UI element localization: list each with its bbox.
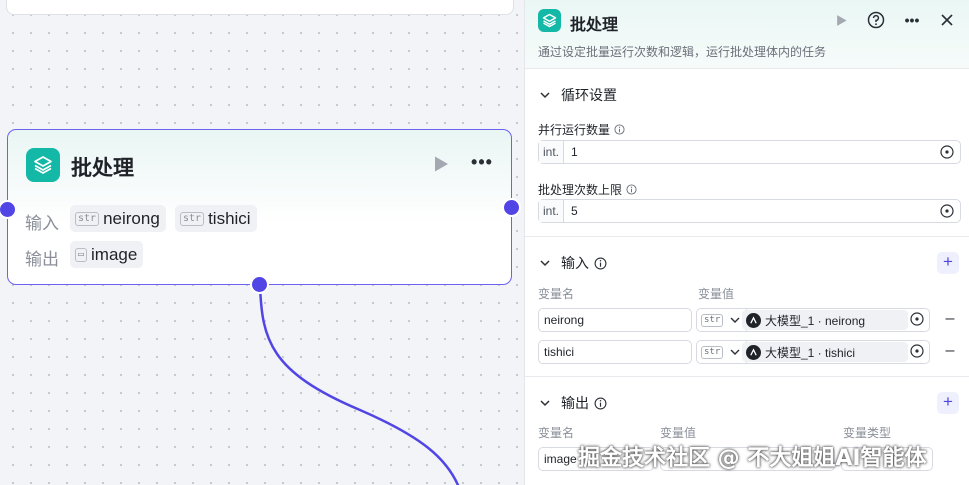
batch-limit-label-text: 批处理次数上限 xyxy=(538,183,623,197)
remove-input-button[interactable]: – xyxy=(943,311,957,327)
chevron-down-icon xyxy=(540,92,550,99)
variable-picker-icon[interactable] xyxy=(940,204,954,218)
str-type-icon[interactable]: str xyxy=(701,345,724,359)
parallel-count-label-text: 并行运行数量 xyxy=(538,123,611,137)
node-output-label: 输出 xyxy=(25,250,59,269)
add-output-button[interactable]: + xyxy=(937,392,959,414)
info-icon[interactable] xyxy=(614,124,625,135)
variable-reference-text: 大模型_1 · neirong xyxy=(765,313,866,328)
chevron-down-icon[interactable] xyxy=(729,346,741,358)
column-header-value: 变量值 xyxy=(660,426,697,440)
section-title-input: 输入 xyxy=(561,255,589,271)
node-input-chip: str tishici xyxy=(175,205,257,232)
parallel-count-label: 并行运行数量 xyxy=(538,121,625,138)
section-title-output: 输出 xyxy=(561,395,589,411)
image-type-icon: ▭ xyxy=(75,247,88,262)
run-icon[interactable] xyxy=(432,155,450,173)
section-divider xyxy=(525,236,969,237)
node-output-name: image xyxy=(91,244,138,264)
int-prefix: int. xyxy=(539,200,565,222)
add-input-button[interactable]: + xyxy=(937,252,959,274)
info-icon[interactable] xyxy=(594,257,607,270)
llm-model-icon xyxy=(746,344,761,360)
info-icon[interactable] xyxy=(626,184,637,195)
panel-title: 批处理 xyxy=(570,17,619,34)
panel-description: 通过设定批量运行次数和逻辑，运行批处理体内的任务 xyxy=(538,45,827,59)
batch-limit-input[interactable]: int. 5 xyxy=(538,199,961,223)
layers-icon xyxy=(26,148,60,182)
section-title-loop: 循环设置 xyxy=(561,87,617,103)
more-options-icon[interactable]: ••• xyxy=(902,10,922,30)
node-settings-panel: 批处理 通过设定批量运行次数和逻辑，运行批处理体内的任务 ••• 循环设置 并行… xyxy=(524,0,969,485)
str-type-icon: str xyxy=(75,211,100,226)
workflow-canvas[interactable]: 批处理 ••• 输入 str neirong str tishici 输出 ▭ … xyxy=(0,0,524,485)
output-section-toggle[interactable]: 输出 xyxy=(539,393,607,413)
variable-reference-chip[interactable]: 大模型_1 · tishici xyxy=(742,342,908,362)
input-variable-name-field[interactable]: neirong xyxy=(538,308,692,332)
batch-limit-label: 批处理次数上限 xyxy=(538,181,637,198)
layers-icon xyxy=(538,9,561,32)
variable-picker-icon[interactable] xyxy=(940,145,954,159)
close-icon[interactable] xyxy=(937,10,957,30)
node-output-port[interactable] xyxy=(502,198,521,217)
chevron-down-icon xyxy=(540,260,550,267)
chevron-down-icon xyxy=(540,400,550,407)
int-prefix: int. xyxy=(539,141,565,163)
input-section-toggle[interactable]: 输入 xyxy=(539,253,607,273)
loop-settings-section-toggle[interactable]: 循环设置 xyxy=(539,85,617,105)
column-header-type: 变量类型 xyxy=(843,426,892,440)
help-icon[interactable] xyxy=(866,10,886,30)
variable-reference-chip[interactable]: 大模型_1 · neirong xyxy=(742,310,908,330)
node-input-label: 输入 xyxy=(25,214,59,233)
node-input-name: tishici xyxy=(208,208,251,228)
node-input-name: neirong xyxy=(103,208,160,228)
node-output-chip: ▭ image xyxy=(70,241,144,268)
str-type-icon: str xyxy=(180,211,205,226)
llm-model-icon xyxy=(746,312,761,328)
variable-reference-text: 大模型_1 · tishici xyxy=(765,345,856,360)
batch-node[interactable]: 批处理 ••• 输入 str neirong str tishici 输出 ▭ … xyxy=(7,129,512,285)
column-header-name: 变量名 xyxy=(538,426,575,440)
parallel-count-value: 1 xyxy=(571,145,578,159)
info-icon[interactable] xyxy=(594,397,607,410)
panel-header: 批处理 通过设定批量运行次数和逻辑，运行批处理体内的任务 ••• xyxy=(525,0,969,69)
watermark-text: 掘金技术社区 @ 不大姐姐AI智能体 xyxy=(578,446,927,471)
str-type-icon[interactable]: str xyxy=(701,313,724,327)
variable-picker-icon[interactable] xyxy=(910,312,924,326)
parallel-count-input[interactable]: int. 1 xyxy=(538,140,961,164)
variable-picker-icon[interactable] xyxy=(910,344,924,358)
column-header-value: 变量值 xyxy=(698,287,735,301)
node-input-chip: str neirong xyxy=(70,205,166,232)
node-title: 批处理 xyxy=(71,157,134,180)
node-bottom-port[interactable] xyxy=(250,275,269,294)
batch-limit-value: 5 xyxy=(571,204,578,218)
section-divider xyxy=(525,376,969,377)
run-icon[interactable] xyxy=(831,10,851,30)
more-options-icon[interactable]: ••• xyxy=(467,152,497,176)
input-variable-name-field[interactable]: tishici xyxy=(538,340,692,364)
chevron-down-icon[interactable] xyxy=(729,314,741,326)
column-header-name: 变量名 xyxy=(538,287,575,301)
remove-input-button[interactable]: – xyxy=(943,343,957,359)
